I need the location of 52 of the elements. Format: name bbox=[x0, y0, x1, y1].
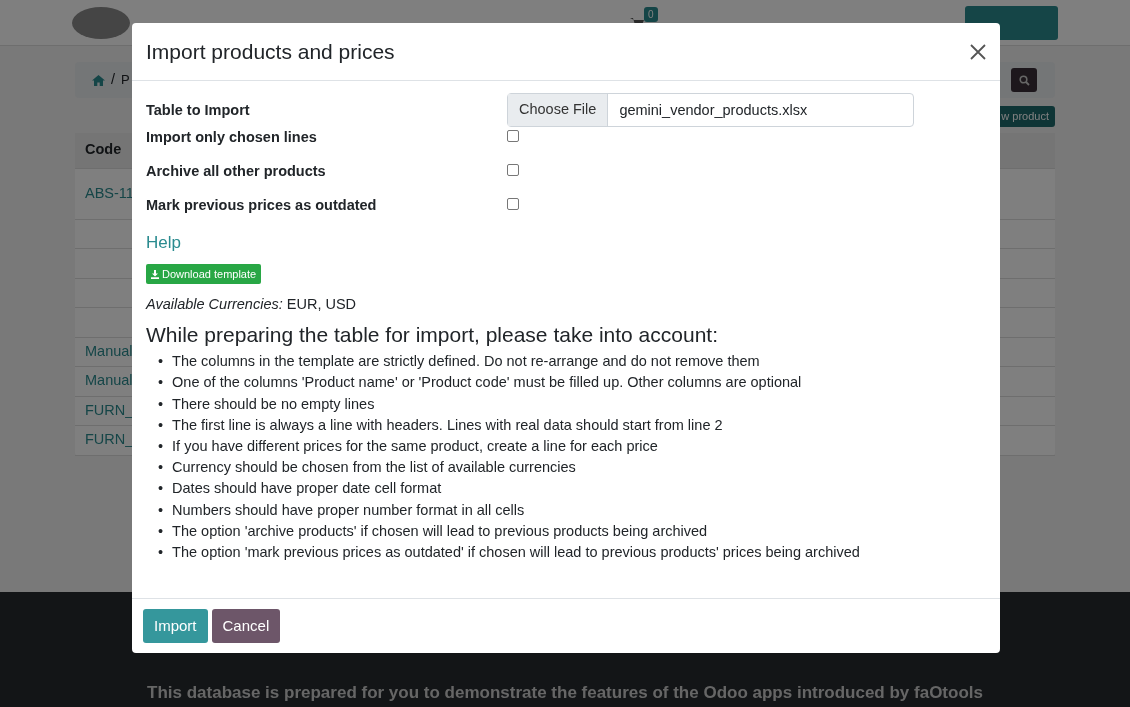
table-cell[interactable]: Manual bbox=[85, 340, 133, 363]
field-label: Table to Import bbox=[146, 101, 251, 121]
bullet: • bbox=[158, 521, 164, 541]
search-icon bbox=[1018, 74, 1030, 86]
checkbox[interactable] bbox=[507, 130, 519, 143]
field-label: Archive all other products bbox=[146, 161, 327, 181]
note-text: Currency should be chosen from the list of available currencies bbox=[172, 458, 576, 478]
table-cell[interactable]: ABS-11 bbox=[85, 182, 134, 205]
note-text: Dates should have proper date cell format bbox=[172, 479, 442, 499]
cart-count-badge: 0 bbox=[644, 7, 658, 22]
bullet: • bbox=[158, 373, 164, 393]
note-text: Numbers should have proper number format in all cells bbox=[172, 500, 525, 520]
cancel-button[interactable]: Cancel bbox=[211, 608, 281, 643]
download-icon bbox=[151, 269, 159, 279]
field-label: Import only chosen lines bbox=[146, 128, 318, 148]
download-template-button[interactable]: Download template bbox=[146, 263, 262, 285]
table-cell[interactable]: FURN_ bbox=[85, 429, 134, 452]
bullet: • bbox=[158, 394, 164, 414]
bullet: • bbox=[158, 479, 164, 499]
checkbox[interactable] bbox=[507, 163, 519, 176]
bullet: • bbox=[158, 543, 164, 562]
note-text: One of the columns 'Product name' or 'Product code' must be filled up. Other columns are optional bbox=[172, 373, 802, 393]
note-text: There should be no empty lines bbox=[172, 394, 375, 414]
section-heading: While preparing the table for import, please take into account: bbox=[146, 322, 719, 348]
logo[interactable] bbox=[72, 5, 130, 40]
home-icon[interactable] bbox=[92, 74, 105, 86]
note-text: The first line is always a line with headers. Lines with real data should start from line 2 bbox=[172, 415, 723, 435]
table-cell[interactable]: FURN_ bbox=[85, 399, 134, 422]
note-text: The option 'mark previous prices as outdated' if chosen will lead to previous products' prices being archived bbox=[172, 543, 860, 562]
search-button[interactable] bbox=[1011, 68, 1037, 92]
import-button[interactable]: Import bbox=[143, 608, 208, 643]
file-input[interactable]: Choose File gemini_vendor_products.xlsx bbox=[507, 93, 914, 128]
note-text: The option 'archive products' if chosen will lead to previous products being archived bbox=[172, 521, 708, 541]
field-label: Mark previous prices as outdated bbox=[146, 195, 378, 215]
close-icon[interactable] bbox=[970, 43, 986, 60]
help-link[interactable]: Help bbox=[146, 230, 181, 256]
bullet: • bbox=[158, 415, 164, 435]
bullet: • bbox=[158, 437, 164, 456]
column-header: Code bbox=[85, 140, 122, 160]
dialog-title: Import products and prices bbox=[146, 39, 395, 65]
table-cell[interactable]: Manual bbox=[85, 370, 133, 393]
breadcrumb-separator: / bbox=[111, 70, 116, 90]
note-text: If you have different prices for the same product, create a line for each price bbox=[172, 437, 658, 456]
bullet: • bbox=[158, 352, 164, 372]
bullet: • bbox=[158, 500, 164, 520]
note-text: The columns in the template are strictly defined. Do not re-arrange and do not remove them bbox=[172, 352, 760, 372]
breadcrumb-item[interactable]: P bbox=[121, 70, 130, 90]
bullet: • bbox=[158, 458, 164, 478]
checkbox[interactable] bbox=[507, 197, 519, 210]
footer-text: This database is prepared for you to demonstrate the features of the Odoo apps introduced by faOtools bbox=[147, 681, 983, 704]
footer-link[interactable]: faOtools bbox=[914, 682, 983, 702]
currencies-text: Available Currencies: EUR, USD bbox=[146, 295, 358, 315]
